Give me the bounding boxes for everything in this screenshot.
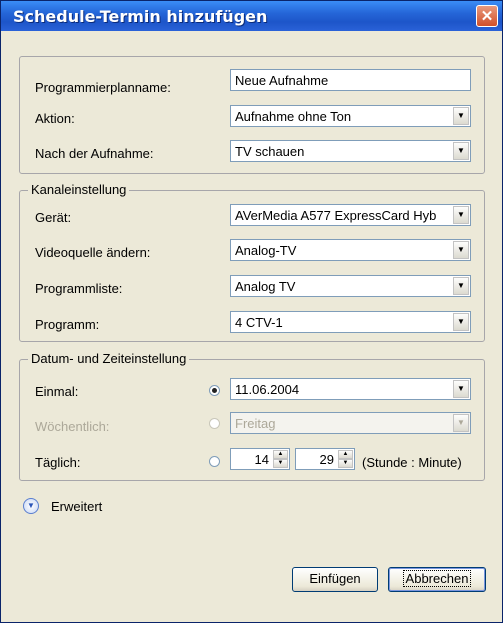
- program-list-select[interactable]: Analog TV ▼: [230, 275, 471, 297]
- after-recording-value: TV schauen: [235, 144, 305, 159]
- dropdown-arrow-icon[interactable]: ▼: [453, 206, 469, 224]
- hour-stepper[interactable]: 14 ▲ ▼: [230, 448, 290, 470]
- weekday-select[interactable]: Freitag ▼: [230, 412, 471, 434]
- plan-name-input[interactable]: Neue Aufnahme: [230, 69, 471, 91]
- weekly-radio[interactable]: [209, 418, 220, 429]
- minute-value: 29: [319, 452, 334, 467]
- time-format-hint: (Stunde : Minute): [362, 455, 462, 470]
- date-value: 11.06.2004: [235, 382, 300, 397]
- insert-button[interactable]: Einfügen: [292, 567, 378, 592]
- date-select[interactable]: 11.06.2004 ▼: [230, 378, 471, 400]
- spin-down-icon[interactable]: ▼: [273, 459, 288, 468]
- cancel-button[interactable]: Abbrechen: [388, 567, 486, 592]
- action-value: Aufnahme ohne Ton: [235, 109, 352, 124]
- action-label: Aktion:: [35, 111, 75, 126]
- advanced-toggle-label[interactable]: Erweitert: [51, 499, 102, 514]
- program-value: 4 CTV-1: [235, 315, 283, 330]
- spin-down-icon[interactable]: ▼: [338, 459, 353, 468]
- channel-group-title: Kanaleinstellung: [28, 182, 130, 197]
- dropdown-arrow-icon[interactable]: ▼: [453, 313, 469, 331]
- cancel-button-label: Abbrechen: [402, 570, 472, 587]
- title-bar[interactable]: Schedule-Termin hinzufügen ✕: [1, 1, 502, 31]
- after-recording-label: Nach der Aufnahme:: [35, 146, 154, 161]
- minute-stepper[interactable]: 29 ▲ ▼: [295, 448, 355, 470]
- dialog-window: Schedule-Termin hinzufügen ✕ Programmier…: [0, 0, 503, 623]
- dropdown-arrow-icon[interactable]: ▼: [453, 107, 469, 125]
- dropdown-arrow-icon[interactable]: ▼: [453, 142, 469, 160]
- spin-up-icon[interactable]: ▲: [338, 450, 353, 459]
- once-radio[interactable]: [209, 385, 220, 396]
- device-label: Gerät:: [35, 210, 72, 225]
- daily-label: Täglich:: [35, 455, 81, 470]
- dropdown-arrow-icon[interactable]: ▼: [453, 380, 469, 398]
- dropdown-arrow-icon[interactable]: ▼: [453, 414, 469, 432]
- device-value: AVerMedia A577 ExpressCard Hyb: [235, 208, 437, 223]
- hour-value: 14: [254, 452, 269, 467]
- program-list-label: Programmliste:: [35, 281, 123, 296]
- video-source-value: Analog-TV: [235, 243, 297, 258]
- once-label: Einmal:: [35, 384, 79, 399]
- datetime-group-title: Datum- und Zeiteinstellung: [28, 351, 190, 366]
- after-recording-select[interactable]: TV schauen ▼: [230, 140, 471, 162]
- daily-radio[interactable]: [209, 456, 220, 467]
- weekday-value: Freitag: [235, 416, 276, 431]
- spin-up-icon[interactable]: ▲: [273, 450, 288, 459]
- close-icon: ✕: [480, 8, 494, 25]
- program-list-value: Analog TV: [235, 279, 296, 294]
- close-button[interactable]: ✕: [476, 5, 498, 27]
- expand-chevron-icon[interactable]: ▼: [23, 498, 39, 514]
- program-select[interactable]: 4 CTV-1 ▼: [230, 311, 471, 333]
- window-title: Schedule-Termin hinzufügen: [13, 7, 268, 26]
- dropdown-arrow-icon[interactable]: ▼: [453, 241, 469, 259]
- device-select[interactable]: AVerMedia A577 ExpressCard Hyb ▼: [230, 204, 471, 226]
- video-source-select[interactable]: Analog-TV ▼: [230, 239, 471, 261]
- video-source-label: Videoquelle ändern:: [35, 245, 151, 260]
- plan-name-label: Programmierplanname:: [35, 80, 171, 95]
- dropdown-arrow-icon[interactable]: ▼: [453, 277, 469, 295]
- action-select[interactable]: Aufnahme ohne Ton ▼: [230, 105, 471, 127]
- program-label: Programm:: [35, 317, 100, 332]
- weekly-label: Wöchentlich:: [35, 419, 110, 434]
- insert-button-label: Einfügen: [309, 571, 361, 586]
